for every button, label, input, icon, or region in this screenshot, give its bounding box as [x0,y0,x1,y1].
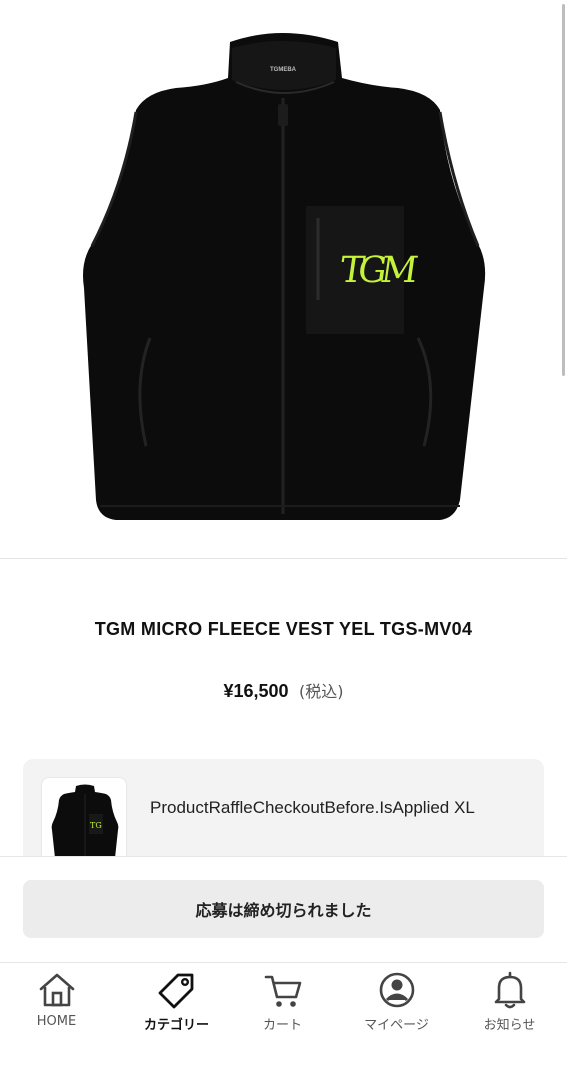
logo-text: TGM [337,250,415,291]
tab-mypage[interactable]: マイページ [340,963,453,1053]
tab-home-label: HOME [36,1014,77,1029]
vest-illustration [83,33,486,520]
tab-notifications-label: お知らせ [483,1018,536,1033]
scrollbar[interactable] [562,4,565,376]
price-row: ¥16,500 (税込) [0,678,567,702]
price-value: ¥16,500 [223,681,289,701]
tag-icon [158,973,194,1009]
bottom-tab-bar: HOME カテゴリー カート マイページ お知らせ [0,962,567,1080]
vest-thumbnail-icon: TG [51,784,119,862]
product-thumbnail: TG [41,777,127,863]
tab-category[interactable]: カテゴリー [120,963,233,1053]
application-closed-button[interactable]: 応募は締め切られました [23,880,544,938]
neck-label-text: TGMEBA [270,67,296,73]
product-image[interactable]: TGMEBA TGM [0,0,567,558]
product-title: TGM MICRO FLEECE VEST YEL TGS-MV04 [94,619,473,639]
tab-mypage-label: マイページ [364,1018,429,1033]
divider [0,558,567,559]
svg-text:TG: TG [90,821,102,830]
raffle-status-text: ProductRaffleCheckoutBefore.IsApplied XL [150,798,475,817]
tab-home[interactable]: HOME [0,963,113,1053]
cart-icon [264,975,302,1007]
tab-notifications[interactable]: お知らせ [453,963,566,1053]
tab-cart-label: カート [262,1018,302,1033]
user-icon [379,972,415,1008]
bell-icon [494,971,526,1009]
home-icon [39,973,75,1007]
tab-category-label: カテゴリー [143,1018,209,1033]
tax-note: (税込) [299,682,344,701]
tab-cart[interactable]: カート [226,963,339,1053]
